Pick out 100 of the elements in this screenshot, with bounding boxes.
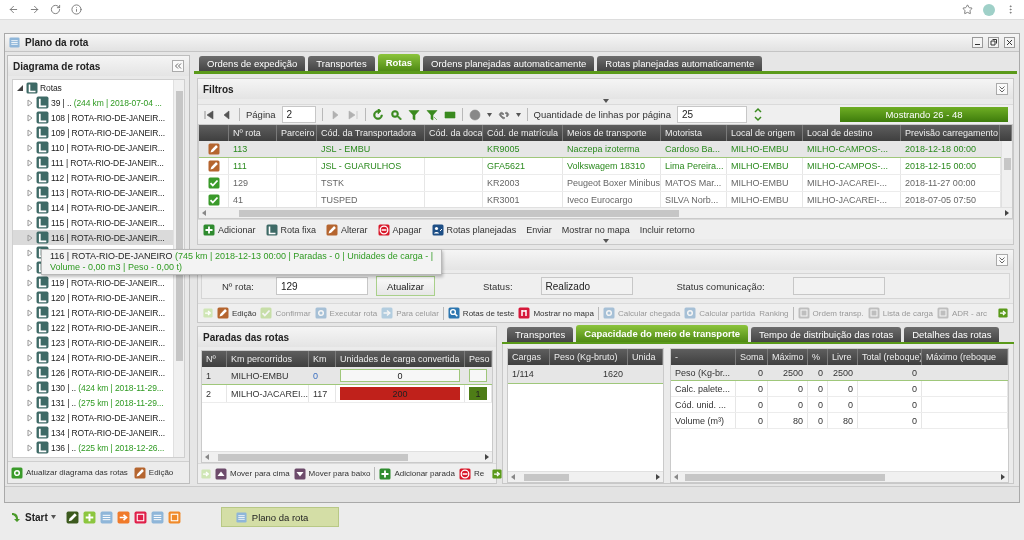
include-return-button[interactable]: Incluir retorno	[639, 224, 695, 235]
tree-row[interactable]: 130 | .. (424 km | 2018-11-29...	[13, 380, 173, 395]
edit-button[interactable]: Alterar	[326, 223, 368, 236]
tree-row[interactable]: 122 | ROTA-RIO-DE-JANEIR...	[13, 320, 173, 335]
route-label: 119 | ROTA-RIO-DE-JANEIR...	[51, 277, 165, 288]
planned-routes-button[interactable]: Rotas planejadas	[431, 223, 517, 236]
table-cell: MILHO-CAMPOS-...	[803, 158, 901, 174]
tree-root-label[interactable]: Rotas	[40, 82, 62, 93]
table-cell: 0	[768, 381, 808, 396]
tab[interactable]: Rotas planejadas automaticamente	[597, 56, 763, 71]
table-cell: MILHO-JACAREI-...	[803, 175, 901, 191]
table-cell: 0	[768, 397, 808, 412]
edit-button[interactable]: Edição	[217, 307, 257, 319]
tree-row[interactable]: 120 | ROTA-RIO-DE-JANEIR...	[13, 290, 173, 305]
table-cell: Peugeot Boxer Minibus	[563, 175, 661, 191]
tree-row[interactable]: 114 | ROTA-RIO-DE-JANEIR...	[13, 200, 173, 215]
table-row[interactable]: 2 MILHO-JACAREI... 117 200 1	[202, 385, 492, 403]
tree-row[interactable]: 113 | ROTA-RIO-DE-JANEIR...	[13, 185, 173, 200]
test-routes-button[interactable]: Rotas de teste	[447, 307, 515, 319]
table-row[interactable]: 111 JSL - GUARULHOS GFA5621 Volkswagem 18310 Lima Pereira... MILHO-EMBU MILHO-CAMPOS-... 2018-12-15 00:00	[199, 158, 1001, 175]
tree-row[interactable]: 116 | ROTA-RIO-DE-JANEIR...	[13, 230, 173, 245]
table-cell: 0	[808, 365, 828, 380]
weight-bar: 1	[469, 387, 487, 400]
table-cell: 0	[736, 381, 768, 396]
start-button[interactable]: Start	[10, 511, 56, 523]
route-label: 123 | ROTA-RIO-DE-JANEIR...	[51, 337, 166, 348]
tree-row[interactable]: 109 | ROTA-RIO-DE-JANEIR...	[13, 125, 173, 140]
table-cell: 80	[768, 413, 808, 428]
show-on-map-button[interactable]: Mostrar no mapa	[561, 224, 630, 235]
tree-row[interactable]: 134 | ROTA-RIO-DE-JANEIR...	[13, 425, 173, 440]
table-cell: 0	[808, 397, 828, 412]
send-button[interactable]: Enviar	[526, 224, 552, 235]
route-label: 39 | .. (244 km | 2018-07-04 ...	[51, 97, 162, 108]
table-cell: 1	[202, 367, 227, 384]
table-cell: 0	[808, 413, 828, 428]
tree-row[interactable]: 136 | .. (225 km | 2018-12-26...	[13, 440, 173, 455]
tree-row[interactable]: 39 | .. (244 km | 2018-07-04 ...	[13, 95, 173, 110]
table-cell: 0	[858, 365, 922, 380]
table-cell: 0	[808, 381, 828, 396]
table-row[interactable]: Peso (Kg-br... 0 2500 0 2500 0	[671, 365, 1008, 381]
table-row[interactable]: 129 TSTK KR2003 Peugeot Boxer Minibus MATOS Mar... MILHO-EMBU MILHO-JACAREI-... 2018-11-27 00:00	[199, 175, 1001, 192]
table-cell: JSL - EMBU	[317, 141, 425, 157]
update-button[interactable]: Atualizar	[376, 276, 435, 296]
table-row[interactable]: 1 MILHO-EMBU 0 0	[202, 367, 492, 385]
rows-per-page-field[interactable]: 25	[676, 106, 747, 123]
tree-row[interactable]: 111 | ROTA-RIO-DE-JANEIR...	[13, 155, 173, 170]
status-field[interactable]: Realizado	[540, 277, 633, 295]
route-label: 130 | .. (424 km | 2018-11-29...	[51, 382, 164, 393]
taskbar-item[interactable]: Plano da rota	[220, 507, 339, 527]
tree-row[interactable]: 121 | ROTA-RIO-DE-JANEIR...	[13, 305, 173, 320]
route-label: 131 | .. (275 km | 2018-11-29...	[51, 397, 164, 408]
status-label: Status:	[482, 280, 513, 292]
refresh-diagram-button[interactable]: Atualizar diagrama das rotas	[11, 466, 128, 479]
table-cell: MILHO-JACAREI...	[227, 385, 309, 402]
table-row[interactable]: Cód. unid. ... 0 0 0 0 0	[671, 397, 1008, 413]
table-cell: 0	[828, 397, 858, 412]
add-button[interactable]: Adicionar	[203, 223, 256, 236]
table-row[interactable]: Volume (m³) 0 80 0 80 0	[671, 413, 1008, 429]
move-up-button[interactable]: Mover para cima	[215, 467, 290, 480]
remove-stop-button[interactable]: Re	[458, 467, 485, 480]
table-cell: 0	[736, 413, 768, 428]
add-stop-button[interactable]: Adicionar parada	[379, 467, 455, 480]
tree-row[interactable]: 131 | .. (275 km | 2018-11-29...	[13, 395, 173, 410]
table-cell: 0	[736, 365, 768, 380]
tree-row[interactable]: 119 | ROTA-RIO-DE-JANEIR...	[13, 275, 173, 290]
edit-button[interactable]: Edição	[133, 466, 174, 479]
tab[interactable]: Transportes	[308, 56, 375, 71]
tab[interactable]: Ordens planejadas automaticamente	[423, 56, 595, 71]
tree-row[interactable]: 110 | ROTA-RIO-DE-JANEIR...	[13, 140, 173, 155]
tree-row[interactable]: 112 | ROTA-RIO-DE-JANEIR...	[13, 170, 173, 185]
table-cell: 1/114	[508, 365, 550, 383]
route-label: 132 | ROTA-RIO-DE-JANEIR...	[51, 412, 166, 423]
fixed-route-button[interactable]: Rota fixa	[265, 223, 317, 236]
table-cell: GFA5621	[483, 158, 563, 174]
tab[interactable]: Transportes	[507, 327, 574, 342]
tooltip-text: 116 | ROTA-RIO-DE-JANEIRO (745 km | 2018-12-13 00:00 | Paradas - 0 | Unidades de carga - | Volume - 0,00 m3 | Peso - 0,00 t)	[50, 251, 434, 273]
table-cell: 0	[858, 397, 922, 412]
tab[interactable]: Tempo de distribuição das rotas	[751, 327, 902, 342]
tab[interactable]: Detalhes das rotas	[904, 327, 1000, 342]
move-down-button[interactable]: Mover para baixo	[293, 467, 371, 480]
table-row[interactable]: Calc. palete... 0 0 0 0 0	[671, 381, 1008, 397]
table-cell: MILHO-EMBU	[727, 158, 803, 174]
route-number-field[interactable]: 129	[276, 277, 368, 295]
table-cell: 80	[828, 413, 858, 428]
table-cell: Lima Pereira...	[661, 158, 727, 174]
table-cell: 2500	[768, 365, 808, 380]
table-cell: 111	[229, 158, 277, 174]
tab[interactable]: Ordens de expedição	[199, 56, 306, 71]
table-row[interactable]: 1/114 1620	[508, 365, 663, 384]
table-row[interactable]: 113 JSL - EMBU KR9005 Naczepa izoterma Cardoso Ba... MILHO-EMBU MILHO-CAMPOS-... 2018-12-18 00:00	[199, 141, 1001, 158]
delete-button[interactable]: Apagar	[377, 223, 422, 236]
tree-row[interactable]: 124 | ROTA-RIO-DE-JANEIR...	[13, 350, 173, 365]
tree-row[interactable]: 108 | ROTA-RIO-DE-JANEIR...	[13, 110, 173, 125]
show-on-map-button[interactable]: Mostrar no mapa	[518, 307, 594, 319]
route-label: 121 | ROTA-RIO-DE-JANEIR...	[51, 307, 166, 318]
tree-row[interactable]: 115 | ROTA-RIO-DE-JANEIR...	[13, 215, 173, 230]
tree-row[interactable]: 132 | ROTA-RIO-DE-JANEIR...	[13, 410, 173, 425]
page-field[interactable]: 2	[281, 106, 316, 123]
tree-row[interactable]: 126 | ROTA-RIO-DE-JANEIR...	[13, 365, 173, 380]
tree-row[interactable]: 123 | ROTA-RIO-DE-JANEIR...	[13, 335, 173, 350]
